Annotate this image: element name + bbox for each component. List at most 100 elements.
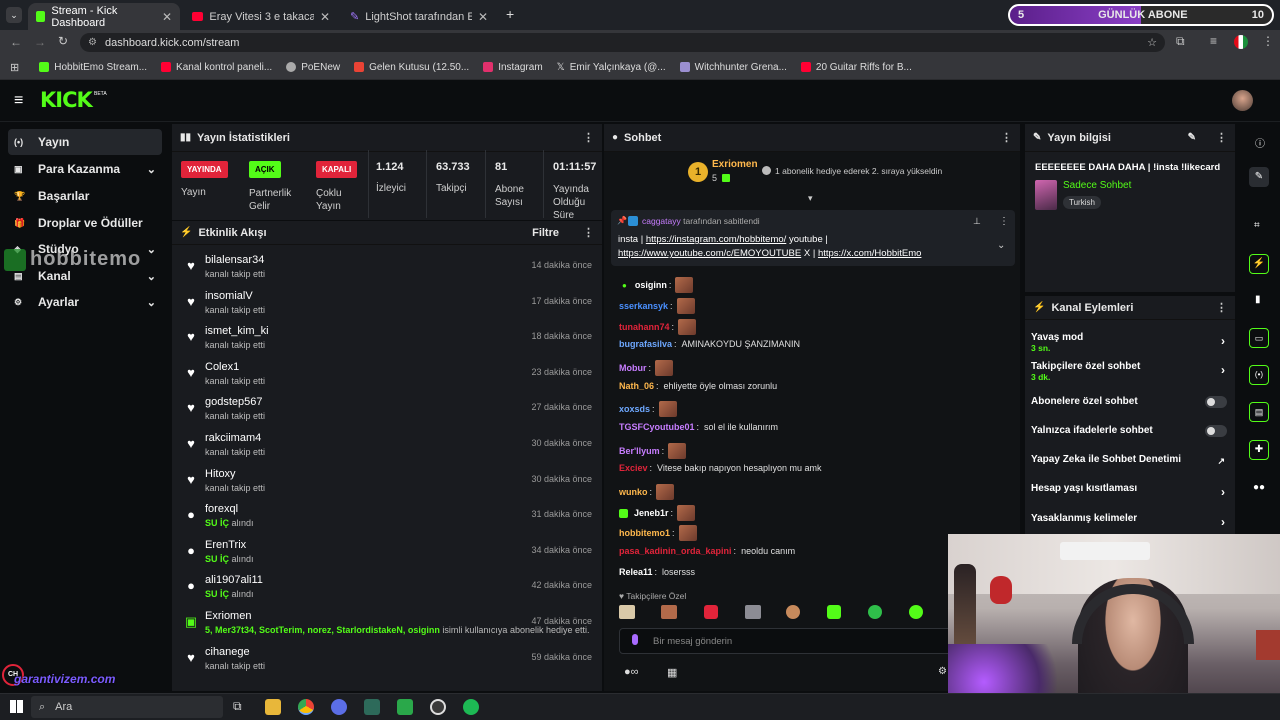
obs-icon[interactable]: [430, 699, 446, 715]
chat-username[interactable]: xoxsds: [619, 404, 650, 414]
tab-list-icon[interactable]: ⌄: [6, 7, 22, 23]
reading-list-icon[interactable]: ≡: [1210, 34, 1217, 48]
more-options-icon[interactable]: ⋮: [1216, 301, 1227, 314]
sidebar-item-yayin[interactable]: (•) Yayın: [8, 129, 162, 155]
toggle-switch[interactable]: [1205, 396, 1227, 408]
filter-button[interactable]: Filtre: [532, 227, 559, 239]
app-icon[interactable]: [397, 699, 413, 715]
channel-action-row[interactable]: Yapay Zeka ile Sohbet Denetimi ↗: [1031, 454, 1231, 476]
wrench-icon[interactable]: ✚: [1249, 440, 1269, 460]
chat-icon[interactable]: ▭: [1249, 328, 1269, 348]
chat-username[interactable]: tunahann74: [619, 322, 670, 332]
collapse-icon[interactable]: ▾: [808, 193, 813, 204]
broadcast-icon[interactable]: (•): [1249, 365, 1269, 385]
extensions-icon[interactable]: ⧉: [1176, 34, 1185, 49]
users-icon[interactable]: ●∞: [624, 666, 639, 678]
close-tab-icon[interactable]: ✕: [162, 10, 172, 24]
chat-username[interactable]: osiginn: [635, 280, 667, 290]
chrome-icon[interactable]: [298, 699, 314, 715]
apps-grid-icon[interactable]: ⊞: [10, 61, 19, 74]
task-view-icon[interactable]: ⧉: [233, 699, 242, 714]
emote-button[interactable]: [745, 605, 761, 619]
layers-icon[interactable]: ▤: [1249, 402, 1269, 422]
close-tab-icon[interactable]: ✕: [478, 10, 488, 24]
bookmark-item[interactable]: Witchhunter Grena...: [679, 62, 787, 73]
chat-input[interactable]: Bir mesaj gönderin: [619, 628, 957, 654]
sidebar-item-para-kazanma[interactable]: ▣ Para Kazanma ⌄: [8, 156, 162, 182]
more-options-icon[interactable]: ⋮: [1216, 131, 1227, 144]
channel-action-row[interactable]: Abonelere özel sohbet: [1031, 396, 1231, 418]
pinned-link[interactable]: https://www.youtube.com/c/EMOYOUTUBE: [618, 248, 801, 259]
feed-username[interactable]: forexql: [205, 503, 238, 515]
lightning-icon[interactable]: ⚡: [1249, 254, 1269, 274]
toggle-switch[interactable]: [1205, 425, 1227, 437]
emote-button[interactable]: [786, 605, 800, 619]
crop-icon[interactable]: ⌗: [1254, 220, 1260, 231]
more-options-icon[interactable]: ⋮: [1001, 131, 1012, 144]
sidebar-item-ayarlar[interactable]: ⚙ Ayarlar ⌄: [8, 289, 162, 315]
sidebar-item-droplar[interactable]: 🎁 Droplar ve Ödüller: [8, 210, 162, 236]
bookmark-item[interactable]: Kanal kontrol paneli...: [161, 62, 272, 73]
tab-youtube[interactable]: Eray Vitesi 3 e takacağına 1 e ta ✕: [184, 3, 338, 30]
external-link-icon[interactable]: ↗: [1217, 456, 1225, 467]
tab-kick-dashboard[interactable]: Stream - Kick Dashboard ✕: [28, 3, 180, 30]
bookmark-star-icon[interactable]: ☆: [1147, 36, 1157, 49]
emote-button[interactable]: [619, 605, 635, 619]
feed-username[interactable]: cihanege: [205, 646, 250, 658]
feed-username[interactable]: godstep567: [205, 396, 263, 408]
emote-button[interactable]: [909, 605, 923, 619]
channel-action-row[interactable]: Yavaş mod 3 sn. ›: [1031, 332, 1231, 354]
feed-username[interactable]: Exriomen: [205, 610, 251, 622]
site-info-icon[interactable]: ⚙: [88, 37, 97, 48]
messenger-icon[interactable]: [331, 699, 347, 715]
unpin-icon[interactable]: ⊥: [973, 216, 981, 227]
settings-icon[interactable]: ⚙: [938, 666, 947, 677]
feed-username[interactable]: ismet_kim_ki: [205, 325, 269, 337]
emote-button[interactable]: [704, 605, 718, 619]
bookmark-item[interactable]: Gelen Kutusu (12.50...: [354, 62, 469, 73]
chevron-down-icon[interactable]: ⌄: [997, 240, 1005, 251]
feed-username[interactable]: bilalensar34: [205, 254, 264, 266]
pinned-link[interactable]: https://instagram.com/hobbitemo/: [646, 234, 786, 245]
emote-button[interactable]: [868, 605, 882, 619]
url-field[interactable]: ⚙ dashboard.kick.com/stream ☆: [80, 33, 1165, 52]
spotify-icon[interactable]: [463, 699, 479, 715]
reload-icon[interactable]: ↻: [58, 34, 68, 48]
feed-username[interactable]: rakciimam4: [205, 432, 261, 444]
avatar[interactable]: [1232, 90, 1253, 111]
document-icon[interactable]: ▮: [1255, 294, 1261, 305]
more-options-icon[interactable]: ⋮: [583, 226, 594, 239]
chat-username[interactable]: wunko: [619, 487, 648, 497]
emote-button[interactable]: [661, 605, 677, 619]
new-tab-button[interactable]: +: [506, 6, 514, 22]
bookmark-item[interactable]: 20 Guitar Riffs for B...: [800, 62, 912, 73]
kick-logo[interactable]: KICK: [40, 88, 93, 112]
users-icon[interactable]: ●●: [1253, 482, 1265, 493]
emote-button[interactable]: [827, 605, 841, 619]
channel-action-row[interactable]: Yasaklanmış kelimeler ›: [1031, 513, 1231, 535]
close-tab-icon[interactable]: ✕: [320, 10, 330, 24]
chat-username[interactable]: Nath_06: [619, 381, 654, 391]
chat-username[interactable]: Mobur: [619, 363, 647, 373]
chat-username[interactable]: bugrafasilva: [619, 339, 672, 349]
language-tag[interactable]: Turkish: [1063, 196, 1101, 209]
windows-start-icon[interactable]: [10, 700, 23, 713]
chat-username[interactable]: hobbitemo1: [619, 528, 670, 538]
menu-dots-icon[interactable]: ⋮: [1262, 34, 1274, 48]
feed-username[interactable]: insomialV: [205, 290, 253, 302]
taskbar-search[interactable]: ⌕ Ara: [31, 696, 223, 718]
tab-lightshot[interactable]: ✎ LightShot tarafından Ekran Gör ✕: [342, 3, 496, 30]
channel-action-row[interactable]: Yalnızca ifadelerle sohbet: [1031, 425, 1231, 447]
edit-icon[interactable]: ✎: [1249, 167, 1269, 187]
file-explorer-icon[interactable]: [265, 699, 281, 715]
feed-username[interactable]: ErenTrix: [205, 539, 246, 551]
bookmark-item[interactable]: HobbitEmo Stream...: [39, 62, 147, 73]
edit-icon[interactable]: ✎: [1188, 132, 1196, 143]
bookmark-item[interactable]: 𝕏 Emir Yalçınkaya (@...: [557, 62, 666, 73]
app-icon[interactable]: [364, 699, 380, 715]
more-options-icon[interactable]: ⋮: [583, 131, 594, 144]
chat-username[interactable]: Ber'llyum: [619, 446, 660, 456]
chat-username[interactable]: Relea11: [619, 567, 653, 577]
back-icon[interactable]: ←: [10, 35, 22, 49]
pinned-link[interactable]: https://x.com/HobbitEmo: [818, 248, 921, 259]
